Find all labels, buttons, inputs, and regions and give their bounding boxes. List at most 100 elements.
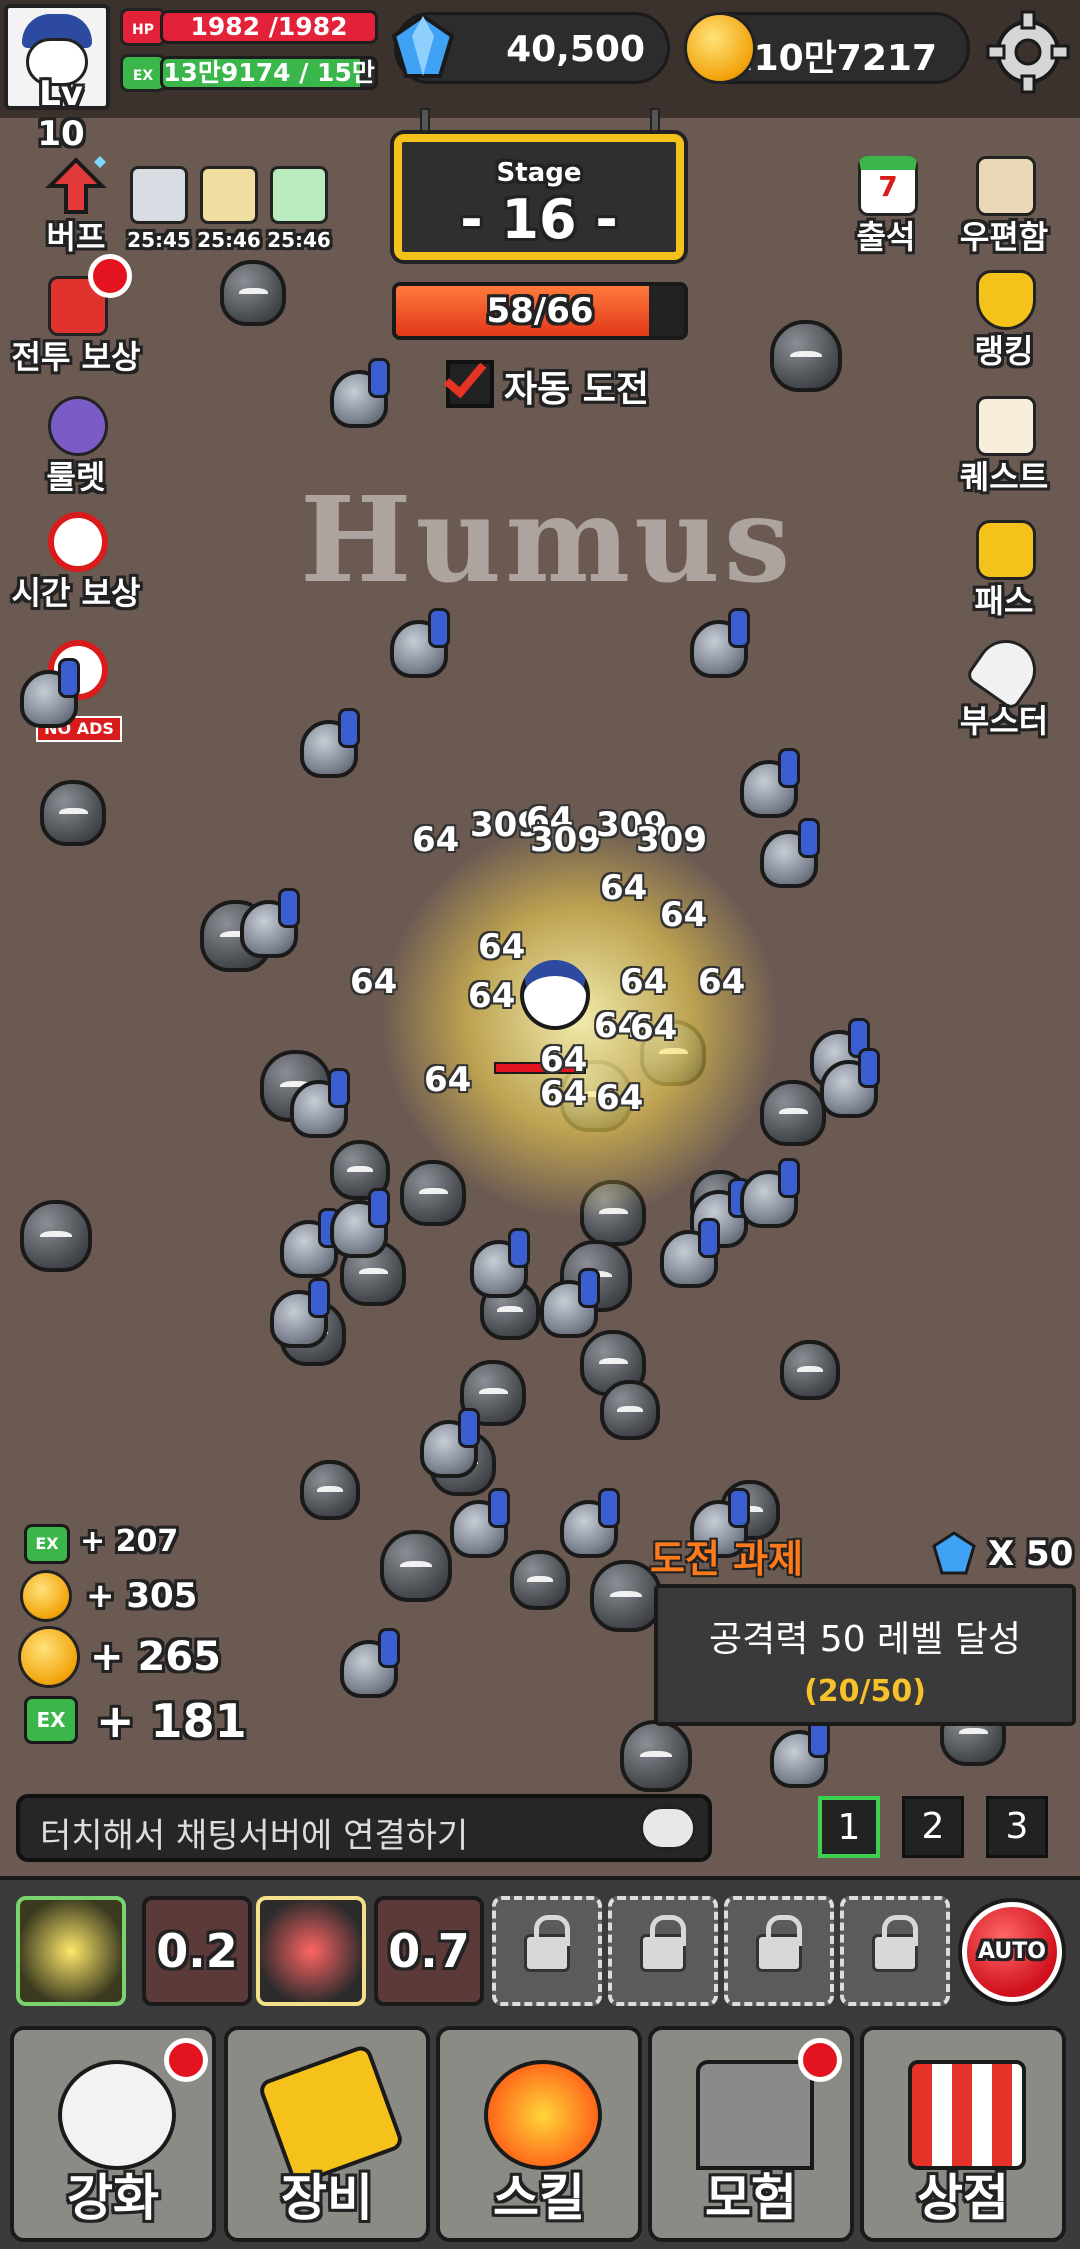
page-button-1[interactable]: 1	[818, 1796, 880, 1858]
knight-enemy	[770, 1718, 830, 1788]
knight-enemy	[760, 818, 820, 888]
rock-enemy	[40, 780, 106, 846]
chat-bubble-icon	[640, 1806, 696, 1850]
nav-shop-button[interactable]: 상점	[860, 2026, 1066, 2242]
chat-placeholder: 터치해서 채팅서버에 연결하기	[40, 1816, 469, 1856]
gold-reward-icon	[18, 1626, 80, 1688]
stage-plate: Stage - 16 -	[394, 134, 684, 260]
knight-enemy	[660, 1218, 720, 1288]
reward-log-entry: + 305	[86, 1576, 198, 1616]
attack-buff-sword-icon[interactable]	[130, 166, 188, 224]
player-character	[520, 960, 590, 1030]
rock-enemy	[780, 1340, 840, 1400]
lock-icon	[640, 1915, 686, 1972]
damage-number: 309	[636, 820, 707, 860]
notification-dot	[798, 2038, 842, 2082]
reward-log-entry: + 181	[96, 1694, 247, 1748]
lock-icon	[872, 1915, 918, 1972]
rock-enemy	[620, 1720, 692, 1792]
knight-enemy	[20, 658, 80, 728]
page-button-3[interactable]: 3	[986, 1796, 1048, 1858]
mailbox-label: 우편함	[959, 218, 1049, 256]
gem-icon	[391, 13, 455, 78]
lock-icon	[756, 1915, 802, 1972]
hp-bar: 1982 /1982	[160, 10, 378, 44]
buff-timer: 25:45	[127, 228, 191, 252]
stage-number: - 16 -	[460, 188, 618, 251]
damage-number: 64	[630, 1008, 678, 1048]
nav-upgrade-label: 강화	[67, 2169, 159, 2227]
nav-equipment-button[interactable]: 장비	[224, 2026, 430, 2242]
castle-icon	[696, 2060, 814, 2170]
rock-enemy	[760, 1080, 826, 1146]
rock-enemy	[510, 1550, 570, 1610]
mailbox-button[interactable]: 우편함	[934, 156, 1074, 266]
knight-enemy	[290, 1068, 350, 1138]
challenge-progress: (20/50)	[804, 1674, 926, 1709]
buff-arrow-icon	[45, 156, 107, 214]
skill-cooldown: 0.2	[156, 1924, 238, 1978]
damage-number: 64	[350, 962, 398, 1002]
damage-number: 64	[600, 868, 648, 908]
gold-count: 210만7217	[728, 38, 937, 79]
damage-number: 64	[660, 895, 708, 935]
ex-text: 13만9174 / 15만	[163, 58, 375, 87]
gold-coin-icon	[684, 12, 756, 84]
challenge-panel[interactable]: 공격력 50 레벨 달성 (20/50)	[654, 1584, 1076, 1726]
locked-skill-slot[interactable]	[724, 1896, 834, 2006]
lightning-blast-effect	[380, 820, 780, 1220]
nav-equipment-label: 장비	[281, 2169, 373, 2227]
damage-number: 64	[412, 820, 460, 860]
ex-buff-icon[interactable]	[270, 166, 328, 224]
reward-log-entry: + 207	[80, 1524, 179, 1559]
character-face-icon	[58, 2060, 176, 2170]
challenge-description: 공격력 50 레벨 달성	[709, 1619, 1021, 1660]
knight-enemy	[330, 358, 390, 428]
knight-enemy	[740, 1158, 800, 1228]
nav-shop-label: 상점	[917, 2169, 1009, 2227]
knight-enemy	[740, 748, 800, 818]
knight-enemy	[450, 1488, 510, 1558]
ex-reward-icon: EX	[24, 1696, 78, 1744]
stage-label: Stage	[496, 158, 582, 188]
challenge-reward: X 50	[988, 1534, 1074, 1574]
ex-reward-icon: EX	[24, 1524, 70, 1564]
damage-number: 309	[530, 820, 601, 860]
attendance-day: 7	[878, 170, 898, 203]
page-button-2[interactable]: 2	[902, 1796, 964, 1858]
knight-enemy	[560, 1488, 620, 1558]
knight-enemy	[340, 1628, 400, 1698]
rock-enemy	[380, 1530, 452, 1602]
skill-slot-2[interactable]: 0.2	[142, 1896, 252, 2006]
locked-skill-slot[interactable]	[840, 1896, 950, 2006]
reward-log-entry: + 265	[90, 1634, 221, 1680]
damage-number: 64	[424, 1060, 472, 1100]
gold-reward-icon	[20, 1570, 72, 1622]
skill-bar: 0.2 0.7 AUTO	[0, 1876, 1080, 2016]
envelope-icon	[976, 156, 1036, 216]
damage-number: 64	[540, 1074, 588, 1114]
nav-adventure-label: 모험	[705, 2169, 797, 2227]
player-avatar[interactable]: Lv 10	[4, 4, 110, 154]
auto-skill-button[interactable]: AUTO	[962, 1902, 1062, 2002]
gold-buff-icon[interactable]	[200, 166, 258, 224]
nav-skill-button[interactable]: 스킬	[436, 2026, 642, 2242]
knight-enemy	[470, 1228, 530, 1298]
dynamite-skill-slot[interactable]	[256, 1896, 366, 2006]
settings-gear-icon[interactable]	[986, 10, 1070, 94]
damage-number: 64	[596, 1078, 644, 1118]
nav-skill-label: 스킬	[493, 2169, 585, 2227]
lock-icon	[524, 1915, 570, 1972]
chat-connect-bar[interactable]: 터치해서 채팅서버에 연결하기	[16, 1794, 712, 1862]
bottom-navigation: 강화 장비 스킬 모험 상점	[0, 2016, 1080, 2249]
skill-slot-4[interactable]: 0.7	[374, 1896, 484, 2006]
gem-icon	[932, 1531, 976, 1575]
locked-skill-slot[interactable]	[492, 1896, 602, 2006]
knight-enemy	[390, 608, 450, 678]
rock-enemy	[300, 1460, 360, 1520]
skill-cooldown: 0.7	[388, 1924, 470, 1978]
locked-skill-slot[interactable]	[608, 1896, 718, 2006]
lightning-skill-slot[interactable]	[16, 1896, 126, 2006]
player-level: Lv 10	[37, 74, 85, 154]
calendar-icon: 7	[858, 156, 918, 216]
